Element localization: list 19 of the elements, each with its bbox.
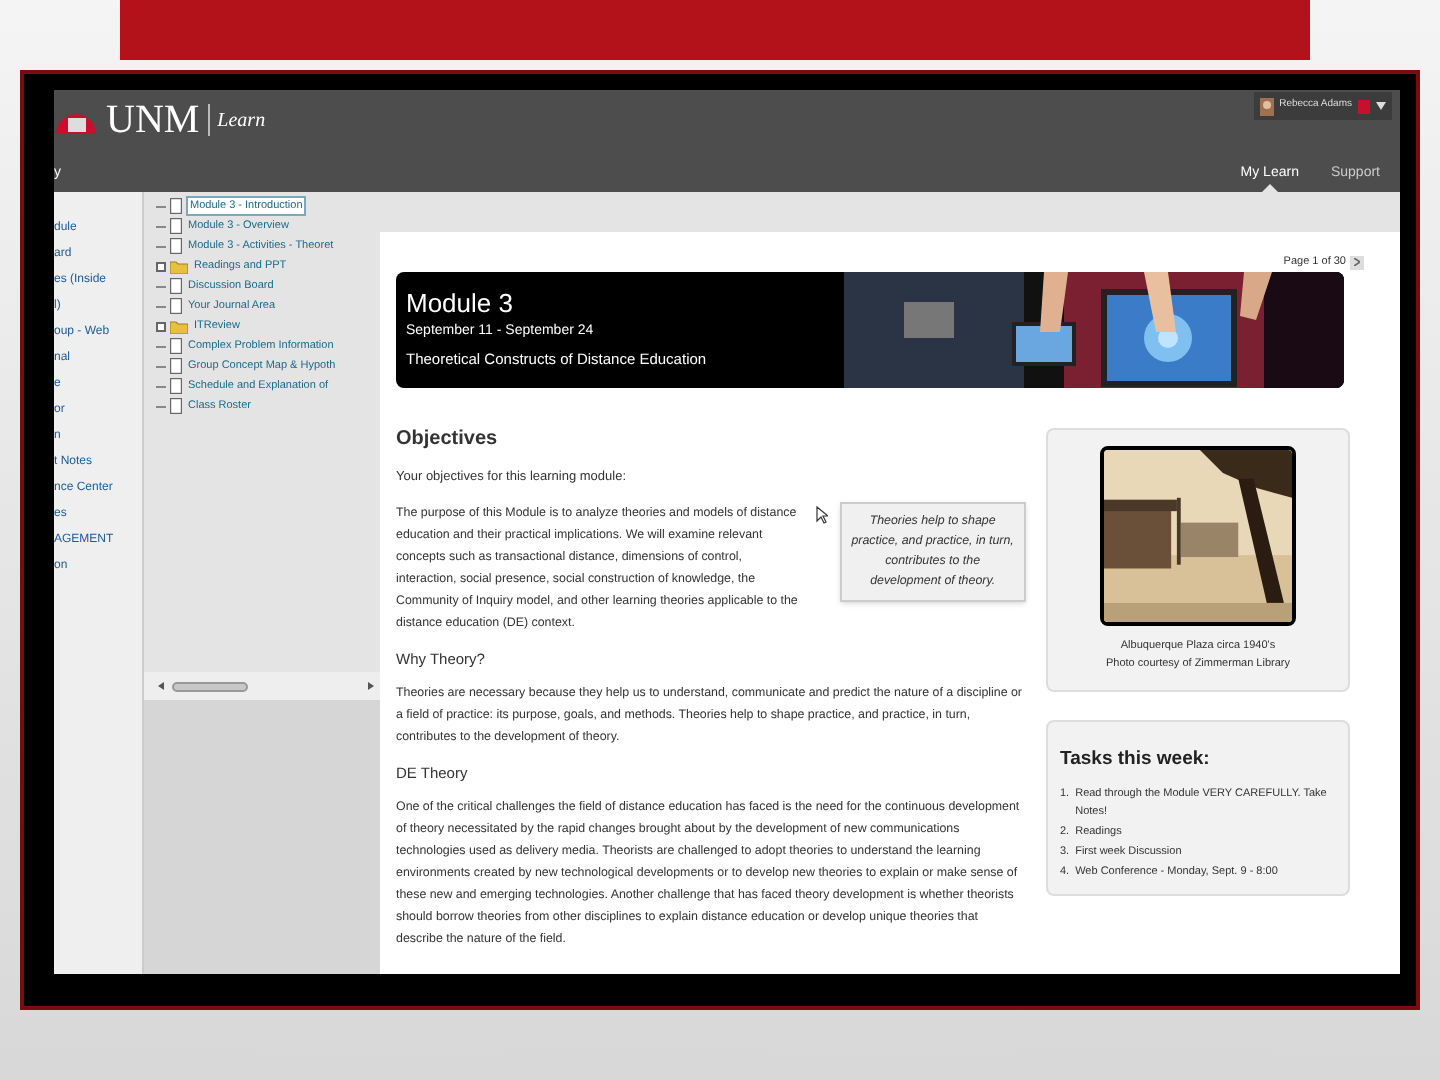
- cursor-icon: [815, 506, 828, 524]
- horizontal-scrollbar[interactable]: [144, 672, 380, 700]
- chevron-right-icon: [1354, 258, 1360, 266]
- app-name: Learn: [217, 107, 266, 135]
- expand-icon[interactable]: [156, 321, 166, 331]
- caret-icon: [1376, 102, 1386, 110]
- logo-text: UNM: [106, 100, 200, 140]
- scroll-thumb[interactable]: [172, 681, 248, 691]
- scroll-right-icon[interactable]: [368, 682, 374, 690]
- notification-icon: [1358, 99, 1370, 113]
- tasks-title: Tasks this week:: [1060, 746, 1212, 774]
- banner-title: Module 3: [406, 290, 515, 319]
- section-heading: Objectives: [396, 428, 500, 452]
- next-page-button[interactable]: [1350, 255, 1364, 269]
- folder-icon: [170, 259, 188, 273]
- folder-icon: [170, 319, 188, 333]
- expand-icon[interactable]: [156, 261, 166, 271]
- avatar-icon: [1259, 97, 1274, 115]
- scroll-left-icon[interactable]: [158, 682, 164, 690]
